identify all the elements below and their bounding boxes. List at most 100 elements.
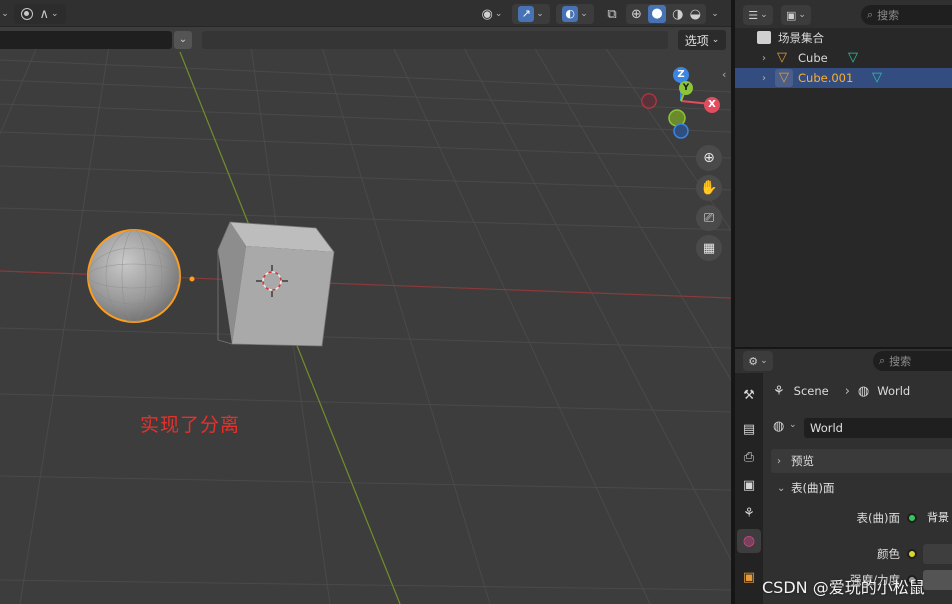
properties-header: ⚙ ⌄ ⌕ 搜索 [735,349,952,373]
view-layer-icon: ▣ [786,8,797,22]
strength-field[interactable] [923,570,952,590]
perspective-toggle-button[interactable]: ▦ [696,235,722,261]
object-icon: ▣ [742,569,756,585]
tab-view-layer[interactable]: ▣ [737,473,761,497]
render-icon: ▤ [742,421,756,437]
chevron-down-icon: ⌄ [178,34,188,45]
object-name: Cube [798,51,828,65]
xray-toggle-button[interactable]: ⧉ [602,4,622,24]
camera-view-button[interactable]: ⎚ [696,205,722,231]
chevron-down-icon: ⌄ [789,420,797,430]
display-mode-dropdown[interactable]: ▣ ⌄ [781,5,811,25]
tab-render[interactable]: ▤ [737,417,761,441]
shading-options-dropdown[interactable]: ⌄ [706,4,722,24]
properties-icon: ⚙ [748,354,759,368]
editor-type-dropdown[interactable]: ☰ ⌄ [743,5,773,25]
outliner-search-input[interactable]: ⌕ 搜索 [861,5,952,25]
solid-shading-icon[interactable]: ● [648,5,667,23]
tool-settings-bar: ⌄ 选项 ⌄ [0,28,731,52]
chevron-down-icon: ⌄ [50,9,59,19]
visibility-button[interactable]: ◉ ⌄ [476,4,508,24]
camera-icon: ⎚ [703,210,715,226]
surface-panel-header[interactable]: ⌄ 表(曲)面 [771,476,952,500]
scene-collection-row[interactable]: 场景集合 [735,28,952,48]
chevron-down-icon: ⌄ [494,9,503,19]
tab-scene[interactable]: ⚘ [737,501,761,525]
eye-icon: ◉ [481,6,493,22]
surface-value[interactable]: 背景 [923,508,952,528]
properties-tab-bar: ⚒ ▤ ⎙ ▣ ⚘ ◍ ▣ [735,373,763,604]
expand-arrow-icon[interactable]: › [762,73,766,84]
world-selector[interactable]: ◍ ⌄ World [769,417,952,439]
options-label: 选项 [684,33,709,48]
tool-icon: ⚒ [743,387,755,403]
view-layer-icon: ▣ [742,477,756,493]
chevron-down-icon: ⌄ [536,9,544,19]
expand-arrow-icon[interactable]: › [762,53,766,64]
outliner-panel: ☰ ⌄ ▣ ⌄ ⌕ 搜索 场景集合 › ▽ Cube ▽ › ▽ Cube.001 … [735,0,952,347]
outliner-icon: ☰ [748,8,759,22]
3d-viewport[interactable]: Z X Y ⌄ ∧ ⌄ ◉ ⌄ ↗ ⌄ ◐ ⌄ ⧉ ⊕ ● ◑ ◒ ⌄ ⌄ 选项… [0,0,731,604]
watermark: CSDN @爱玩的小松鼠 [762,578,925,597]
world-name-field[interactable]: World [804,418,952,438]
proportional-edit-icon [21,8,34,20]
breadcrumb: ⚘ Scene › ◍ World [769,381,910,401]
gizmo-toggle-button[interactable]: ↗ ⌄ [512,4,550,24]
tool-field[interactable] [0,31,172,49]
preview-panel-label: 预览 [791,454,814,468]
gizmo-axis-y[interactable]: Y [679,81,693,95]
properties-content: ⚘ Scene › ◍ World ◍ ⌄ World › 预览 ⌄ 表(曲)面… [769,373,952,604]
gizmo-axis-x[interactable]: X [704,97,720,113]
scene-icon: ⚘ [743,505,755,521]
list-item[interactable]: › ▽ Cube.001 ▽ [735,68,952,88]
world-icon: ◍ [773,419,785,434]
grid-perspective-icon: ▦ [702,240,716,256]
rendered-shading-icon[interactable]: ◒ [690,7,701,22]
mode-dropdown[interactable]: ⌄ [0,4,9,24]
wireframe-shading-icon[interactable]: ⊕ [631,7,642,22]
list-item[interactable]: › ▽ Cube ▽ [735,48,952,68]
viewport-scene[interactable] [0,0,731,604]
pan-hand-icon: ✋ [700,180,718,196]
tab-world[interactable]: ◍ [737,529,761,553]
tab-output[interactable]: ⎙ [737,445,761,469]
color-swatch[interactable] [923,544,952,564]
shading-group: ⊕ ● ◑ ◒ [626,4,706,24]
search-icon: ⌕ [867,8,874,21]
preview-panel-header[interactable]: › 预览 [771,449,952,473]
chevron-right-icon: › [777,455,781,467]
breadcrumb-world: World [877,384,911,398]
material-shading-icon[interactable]: ◑ [672,7,683,22]
options-dropdown[interactable]: 选项 ⌄ [678,30,726,50]
mesh-object-icon: ▽ [777,50,787,65]
output-icon: ⎙ [743,449,755,465]
chevron-down-icon: ⌄ [711,9,719,19]
world-icon: ◍ [857,383,870,399]
properties-search-input[interactable]: ⌕ 搜索 [873,351,952,371]
surface-label: 表(曲)面 [856,511,900,525]
sidebar-toggle-icon[interactable]: ‹ [722,68,726,81]
scene-collection-label: 场景集合 [778,31,824,45]
tab-object[interactable]: ▣ [737,565,761,589]
chevron-down-icon: ⌄ [798,10,806,20]
breadcrumb-separator: › [844,383,850,399]
chevron-down-icon: ⌄ [711,35,720,45]
tool-settings-area [202,31,668,49]
properties-panel: ⚙ ⌄ ⌕ 搜索 ⚒ ▤ ⎙ ▣ ⚘ ◍ ▣ ⚘ Scene › ◍ World … [735,349,952,604]
annotation-text: 实现了分离 [140,414,241,436]
mesh-data-icon[interactable]: ▽ [872,70,882,85]
color-label: 颜色 [877,547,900,561]
scene-icon: ⚘ [773,383,785,399]
mesh-data-icon[interactable]: ▽ [848,50,858,65]
editor-type-dropdown[interactable]: ⚙ ⌄ [743,351,773,371]
object-name: Cube.001 [798,71,854,85]
overlay-toggle-button[interactable]: ◐ ⌄ [556,4,594,24]
proportional-edit-button[interactable]: ∧ ⌄ [14,4,66,24]
tool-field-dropdown[interactable]: ⌄ [174,31,192,49]
pan-button[interactable]: ✋ [696,175,722,201]
shader-socket-icon [907,513,917,523]
tab-tool[interactable]: ⚒ [737,383,761,407]
zoom-button[interactable]: ⊕ [696,145,722,171]
surface-panel-label: 表(曲)面 [791,481,835,495]
collection-icon [757,31,771,44]
